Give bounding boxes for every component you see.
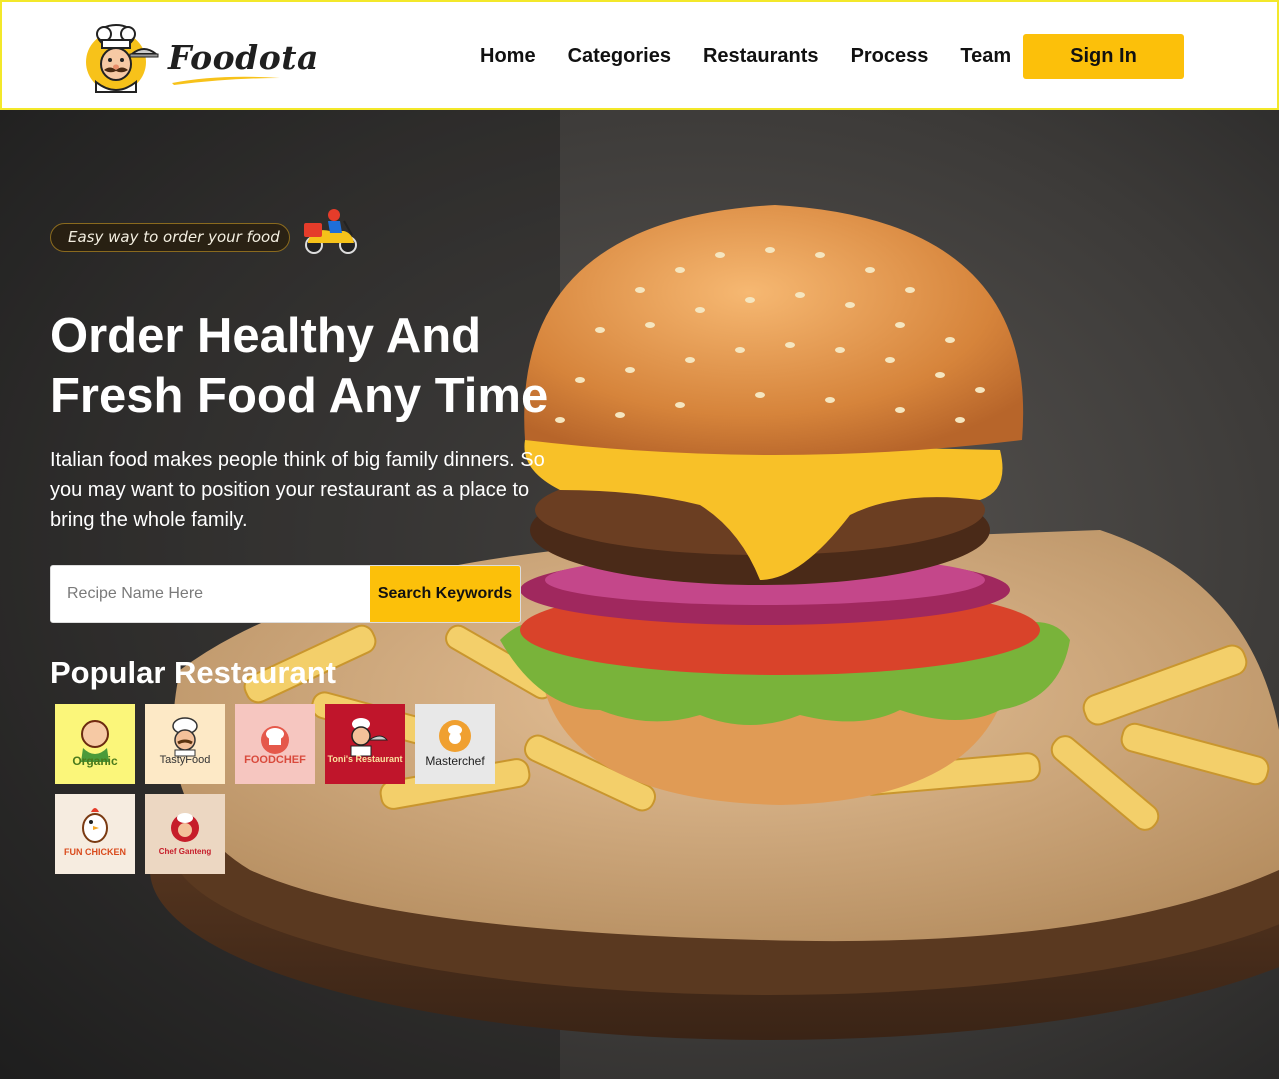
restaurant-name-tastyfood: TastyFood (159, 754, 211, 766)
chef-mascot-icon (86, 24, 159, 93)
sign-in-button[interactable]: Sign In (1023, 34, 1184, 79)
organic-girl-icon (81, 720, 109, 762)
brand-underline-swoosh (172, 76, 280, 85)
restaurant-logo-tastyfood[interactable]: TastyFood (145, 704, 225, 784)
nav-team[interactable]: Team (960, 45, 1011, 68)
restaurant-logo-chef-ganteng[interactable]: Chef Ganteng (145, 794, 225, 874)
tagline-group: Easy way to order your food (50, 209, 357, 254)
nav-process[interactable]: Process (851, 45, 929, 68)
hero-section: Easy way to order your food Order Health… (0, 110, 1279, 1079)
restaurant-logo-fun-chicken[interactable]: FUN CHICKEN (55, 794, 135, 874)
recipe-search-form: Search Keywords (50, 565, 521, 623)
tagline-pill: Easy way to order your food (50, 223, 290, 252)
restaurant-logo-organic[interactable]: Organic (55, 704, 135, 784)
restaurant-logo-masterchef[interactable]: Masterchef (415, 704, 495, 784)
nav-restaurants[interactable]: Restaurants (703, 45, 819, 68)
waiter-icon (350, 718, 389, 757)
search-keywords-button[interactable]: Search Keywords (370, 566, 520, 622)
site-header: Foodota Home Categories Restaurants Proc… (0, 0, 1279, 110)
hero-title-line-1: Order Healthy And (50, 309, 482, 363)
hero-description: Italian food makes people think of big f… (50, 449, 545, 531)
hero-title: Order Healthy And Fresh Food Any Time (50, 306, 610, 426)
chicken-icon (82, 808, 108, 843)
brand-logo[interactable]: Foodota (82, 22, 318, 97)
brand-name: Foodota (168, 38, 319, 77)
restaurant-name-organic: Organic (72, 754, 118, 768)
main-nav: Home Categories Restaurants Process Team (480, 45, 1011, 68)
chef-ganteng-icon (171, 813, 199, 842)
restaurant-logo-foodchef[interactable]: FOODCHEF (235, 704, 315, 784)
restaurant-name-tonis: Toni's Restaurant (327, 754, 403, 764)
hero-title-line-2: Fresh Food Any Time (50, 369, 549, 423)
popular-restaurant-title: Popular Restaurant (50, 655, 336, 690)
restaurant-logo-tonis[interactable]: Toni's Restaurant (325, 704, 405, 784)
chef-icon (172, 717, 198, 757)
chef-hat-icon (261, 726, 289, 754)
restaurant-name-chef-ganteng: Chef Ganteng (158, 847, 212, 856)
restaurant-name-fun-chicken: FUN CHICKEN (64, 847, 126, 857)
masterchef-icon (439, 720, 471, 752)
delivery-scooter-icon (304, 209, 357, 254)
recipe-search-input[interactable] (51, 566, 370, 622)
restaurant-name-foodchef: FOODCHEF (244, 754, 306, 766)
restaurant-name-masterchef: Masterchef (425, 754, 485, 768)
nav-home[interactable]: Home (480, 45, 536, 68)
nav-categories[interactable]: Categories (568, 45, 671, 68)
